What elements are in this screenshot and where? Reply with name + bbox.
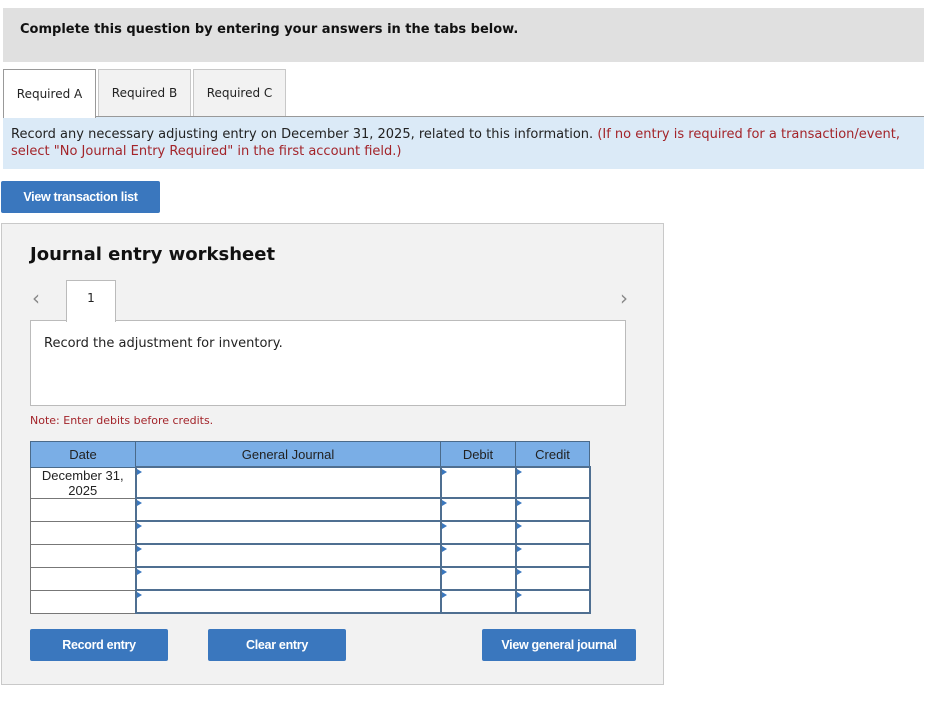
credit-input[interactable] <box>514 497 591 522</box>
tab-required-a[interactable]: Required A <box>3 69 96 118</box>
tab-required-b[interactable]: Required B <box>98 69 191 116</box>
worksheet-title: Journal entry worksheet <box>30 244 276 265</box>
date-cell <box>30 566 136 591</box>
entry-description-text: Record the adjustment for inventory. <box>44 336 283 351</box>
debit-credit-note: Note: Enter debits before credits. <box>30 414 214 427</box>
question-header: Complete this question by entering your … <box>3 8 924 62</box>
chevron-left-icon[interactable]: ‹ <box>32 286 40 310</box>
clear-entry-button[interactable]: Clear entry <box>208 629 346 661</box>
table-row <box>30 589 591 614</box>
header-debit: Debit <box>440 441 516 468</box>
entry-description: Record the adjustment for inventory. <box>30 320 626 406</box>
view-transaction-list-button[interactable]: View transaction list <box>1 181 160 213</box>
header-credit: Credit <box>515 441 590 468</box>
instructions: Record any necessary adjusting entry on … <box>3 117 924 169</box>
record-entry-button[interactable]: Record entry <box>30 629 168 661</box>
credit-input[interactable] <box>514 566 591 591</box>
date-cell: December 31, 2025 <box>30 466 136 499</box>
header-date: Date <box>30 441 136 468</box>
debit-input[interactable] <box>439 543 517 568</box>
debit-input[interactable] <box>439 589 517 614</box>
journal-entry-worksheet: Journal entry worksheet ‹ › 1 Record the… <box>1 223 664 685</box>
instructions-main: Record any necessary adjusting entry on … <box>11 127 594 142</box>
table-row <box>30 543 591 568</box>
table-row <box>30 497 591 522</box>
account-input[interactable] <box>134 589 442 614</box>
account-input[interactable] <box>134 466 442 499</box>
credit-input[interactable] <box>514 466 591 499</box>
debit-input[interactable] <box>439 566 517 591</box>
table-row <box>30 566 591 591</box>
account-input[interactable] <box>134 520 442 545</box>
date-cell <box>30 589 136 614</box>
debit-input[interactable] <box>439 520 517 545</box>
credit-input[interactable] <box>514 520 591 545</box>
credit-input[interactable] <box>514 589 591 614</box>
account-input[interactable] <box>134 566 442 591</box>
table-row: December 31, 2025 <box>30 466 591 499</box>
debit-input[interactable] <box>439 497 517 522</box>
date-cell <box>30 497 136 522</box>
date-cell <box>30 520 136 545</box>
view-general-journal-button[interactable]: View general journal <box>482 629 636 661</box>
chevron-right-icon[interactable]: › <box>620 286 628 310</box>
header-general-journal: General Journal <box>135 441 441 468</box>
debit-input[interactable] <box>439 466 517 499</box>
tab-required-c[interactable]: Required C <box>193 69 286 116</box>
date-cell <box>30 543 136 568</box>
table-row <box>30 520 591 545</box>
entry-tab-1[interactable]: 1 <box>66 280 116 322</box>
header-text: Complete this question by entering your … <box>20 22 519 37</box>
account-input[interactable] <box>134 497 442 522</box>
credit-input[interactable] <box>514 543 591 568</box>
journal-table: Date General Journal Debit Credit Decemb… <box>30 441 591 614</box>
account-input[interactable] <box>134 543 442 568</box>
